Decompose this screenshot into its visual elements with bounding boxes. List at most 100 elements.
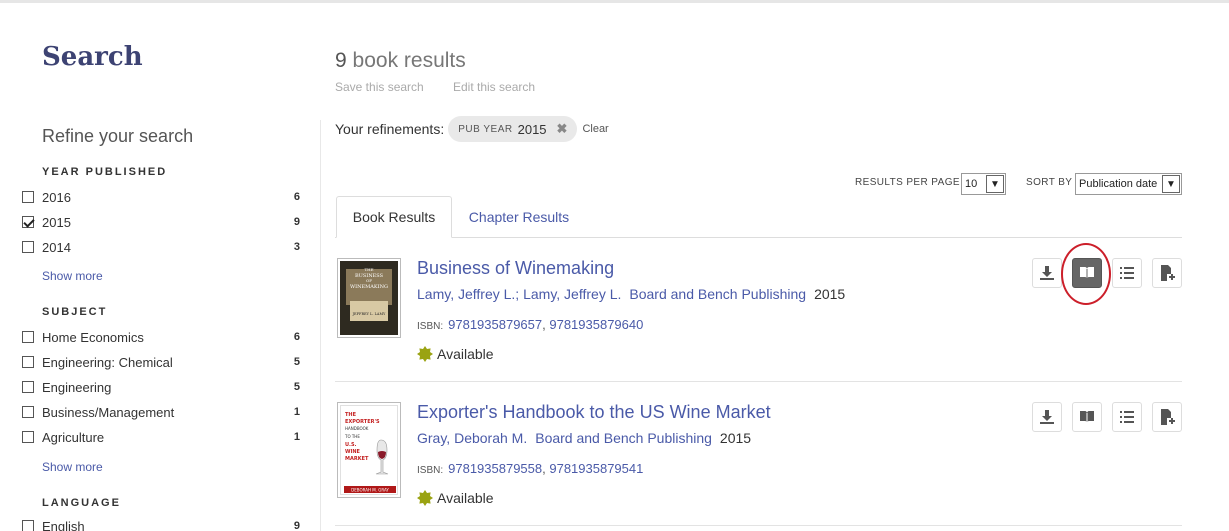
result-divider [335, 381, 1182, 382]
publication-year: 2015 [814, 286, 846, 302]
download-button[interactable] [1032, 258, 1062, 288]
facet-option-count: 5 [293, 356, 300, 368]
chevron-down-icon[interactable]: ▼ [1162, 175, 1180, 193]
cover-text: MARKET [345, 456, 369, 462]
cover-text: EXPORTER'S [345, 419, 380, 425]
facet-option-count: 1 [293, 431, 300, 443]
publisher-link[interactable]: Board and Bench Publishing [535, 430, 712, 446]
download-icon [1040, 410, 1054, 424]
facet-option-count: 1 [293, 406, 300, 418]
checkbox[interactable] [22, 241, 34, 253]
tab-book-results[interactable]: Book Results [336, 196, 452, 238]
isbn-label: ISBN: [417, 465, 444, 476]
facet-option-2014[interactable]: 2014 3 [22, 237, 300, 257]
checkbox-checked[interactable] [22, 216, 34, 228]
sort-by-select[interactable]: Publication date ▼ [1075, 173, 1182, 195]
checkbox[interactable] [22, 381, 34, 393]
facet-option-home-economics[interactable]: Home Economics 6 [22, 327, 300, 347]
download-button[interactable] [1032, 402, 1062, 432]
availability-label: Available [437, 490, 494, 506]
facet-option-2015[interactable]: 2015 9 [22, 212, 300, 232]
results-per-page-select[interactable]: 10 ▼ [961, 173, 1006, 195]
show-more-year-link[interactable]: Show more [42, 269, 103, 283]
facet-option-label: Engineering [42, 379, 112, 395]
facet-heading-year: YEAR PUBLISHED [42, 166, 168, 178]
cover-text: OF [366, 278, 372, 283]
result-count: 9 book results [335, 49, 466, 73]
result-count-text: book results [352, 49, 466, 72]
isbn-link[interactable]: 9781935879558 [448, 461, 542, 476]
book-cover[interactable]: THE BUSINESS OF WINEMAKING JEFFREY L. LA… [337, 258, 401, 338]
show-more-subject-link[interactable]: Show more [42, 460, 103, 474]
cover-text: THE [364, 267, 373, 272]
facet-option-count: 9 [293, 216, 300, 228]
checkbox[interactable] [22, 356, 34, 368]
book-cover[interactable]: THE EXPORTER'S HANDBOOK TO THE U.S. WINE… [337, 402, 401, 498]
result-title-link[interactable]: Exporter's Handbook to the US Wine Marke… [417, 402, 771, 423]
checkbox[interactable] [22, 191, 34, 203]
read-online-button[interactable] [1072, 402, 1102, 432]
checkbox[interactable] [22, 406, 34, 418]
facet-option-english[interactable]: English 9 [22, 516, 300, 531]
cover-text: JEFFREY L. LAMY [352, 312, 386, 316]
facet-option-engineering[interactable]: Engineering 5 [22, 377, 300, 397]
facet-option-label: 2014 [42, 239, 71, 255]
cover-text: TO THE [344, 434, 360, 439]
result-count-number: 9 [335, 49, 347, 72]
table-of-contents-button[interactable] [1112, 402, 1142, 432]
checkbox[interactable] [22, 331, 34, 343]
facet-heading-language: LANGUAGE [42, 497, 121, 509]
isbn-link[interactable]: 9781935879640 [549, 317, 643, 332]
clear-refinements-link[interactable]: Clear [582, 123, 608, 135]
refinements-label: Your refinements: [335, 121, 445, 137]
result-title-link[interactable]: Business of Winemaking [417, 258, 614, 279]
refinement-pill: PUB YEAR 2015 ✖ [448, 116, 578, 142]
facet-heading-subject: SUBJECT [42, 306, 108, 318]
cover-art: THE EXPORTER'S HANDBOOK TO THE U.S. WINE… [341, 406, 397, 494]
refinement-value: 2015 [517, 121, 547, 137]
availability: Available [417, 346, 494, 362]
isbn-link[interactable]: 9781935879541 [549, 461, 643, 476]
author-link[interactable]: Gray, Deborah M. [417, 430, 527, 446]
checkbox[interactable] [22, 431, 34, 443]
download-icon [1040, 266, 1054, 280]
edit-search-link[interactable]: Edit this search [453, 80, 535, 94]
table-of-contents-button[interactable] [1112, 258, 1142, 288]
add-to-list-button[interactable] [1152, 258, 1182, 288]
result-meta: Gray, Deborah M. Board and Bench Publish… [417, 430, 751, 446]
facet-option-business-management[interactable]: Business/Management 1 [22, 402, 300, 422]
facet-option-count: 5 [293, 381, 300, 393]
refinement-key: PUB YEAR [458, 123, 513, 135]
result-divider [335, 525, 1182, 526]
facet-option-engineering-chemical[interactable]: Engineering: Chemical 5 [22, 352, 300, 372]
sidebar-divider [320, 120, 321, 531]
facet-option-count: 9 [293, 520, 300, 531]
list-icon [1120, 411, 1134, 423]
book-open-icon [1080, 411, 1094, 423]
facet-option-label: Engineering: Chemical [42, 354, 173, 370]
publisher-link[interactable]: Board and Bench Publishing [629, 286, 806, 302]
book-cover-image: THE EXPORTER'S HANDBOOK TO THE U.S. WINE… [340, 405, 398, 495]
facet-option-count: 6 [293, 191, 300, 203]
isbn-separator: , [542, 461, 550, 476]
cover-art: THE BUSINESS OF WINEMAKING JEFFREY L. LA… [340, 261, 398, 335]
facet-option-2016[interactable]: 2016 6 [22, 187, 300, 207]
save-search-link[interactable]: Save this search [335, 80, 424, 94]
isbn-row: ISBN: 9781935879558, 9781935879541 [417, 461, 643, 476]
isbn-row: ISBN: 9781935879657, 9781935879640 [417, 317, 643, 332]
facet-option-label: 2015 [42, 214, 71, 230]
add-to-list-button[interactable] [1152, 402, 1182, 432]
cover-text: THE [345, 412, 357, 418]
chevron-down-icon[interactable]: ▼ [986, 175, 1004, 193]
add-to-list-icon [1161, 409, 1175, 425]
page-title: Search [42, 42, 143, 72]
checkbox[interactable] [22, 520, 34, 531]
tab-chapter-results[interactable]: Chapter Results [453, 196, 585, 238]
facet-option-agriculture[interactable]: Agriculture 1 [22, 427, 300, 447]
list-icon [1120, 267, 1134, 279]
remove-refinement-icon[interactable]: ✖ [557, 121, 568, 137]
sort-by-label: SORT BY [1026, 177, 1073, 188]
author-link[interactable]: Lamy, Jeffrey L.; Lamy, Jeffrey L. [417, 286, 621, 302]
facet-option-label: Business/Management [42, 404, 175, 420]
isbn-link[interactable]: 9781935879657 [448, 317, 542, 332]
